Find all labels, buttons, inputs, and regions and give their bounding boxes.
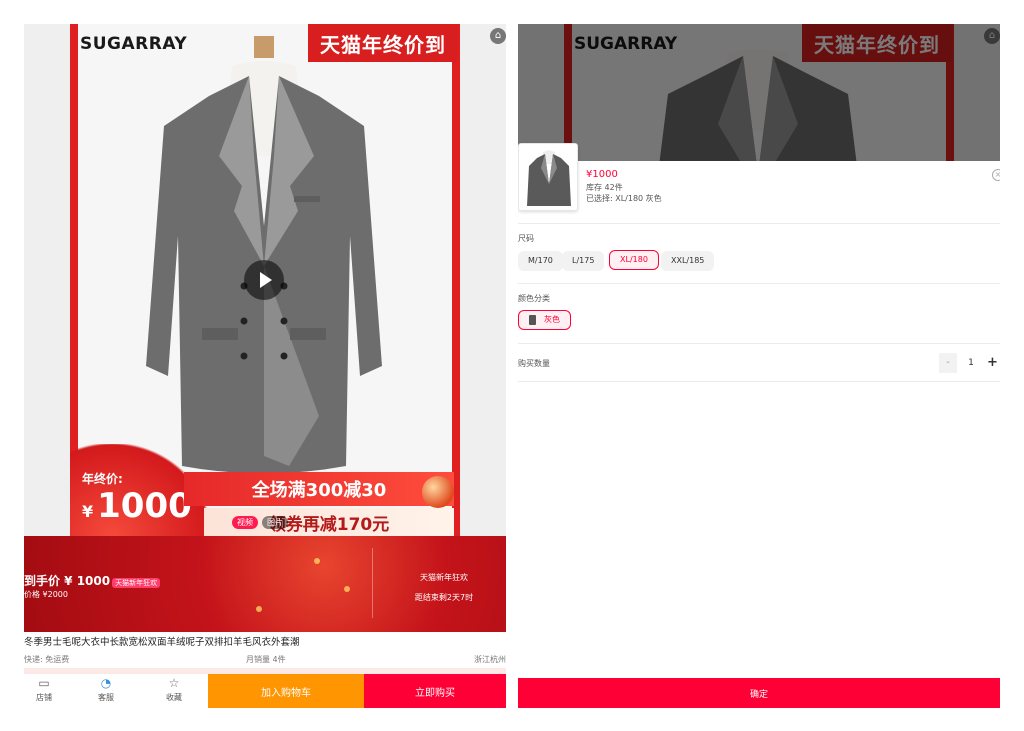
favorite-label: 收藏	[166, 693, 182, 702]
year-end-price: ¥1000	[82, 486, 192, 526]
divider	[372, 548, 373, 618]
divider	[518, 381, 1000, 382]
countdown-text: 距结束剩2天7时	[414, 593, 474, 602]
full-reduction-banner: 全场满300减30	[184, 472, 454, 506]
add-to-cart-button[interactable]: 加入购物车	[208, 674, 364, 708]
festival-badge: 天猫新年狂欢	[112, 578, 161, 588]
product-detail-screen: SUGARRAY 天猫年终价到 ⌂ 年终价: ¥1000 全场满300减30 领…	[24, 24, 506, 708]
product-image-gallery[interactable]: SUGARRAY 天猫年终价到 ⌂ 年终价: ¥1000 全场满300减30 领…	[24, 24, 506, 536]
color-option-label: 灰色	[544, 315, 560, 324]
confirm-button[interactable]: 确定	[518, 678, 1000, 708]
festival-event-name: 天猫新年狂欢	[420, 573, 468, 582]
sparkle-decoration	[256, 606, 262, 612]
customer-service-button[interactable]: ◔ 客服	[86, 676, 126, 703]
shop-button[interactable]: ▭ 店铺	[24, 676, 64, 703]
favorite-button[interactable]: ☆ 收藏	[154, 676, 194, 703]
festival-price-line: 到手价 ¥ 1000	[24, 574, 111, 588]
quantity-value[interactable]: 1	[959, 353, 983, 373]
color-option-gray[interactable]: 灰色	[518, 310, 571, 330]
service-label: 客服	[98, 693, 114, 702]
shop-icon: ▭	[38, 676, 50, 690]
sku-selection-screen: SUGARRAY 天猫年终价到 ⌂ ¥1000 库存 42件 已选择: XL/1…	[518, 24, 1000, 708]
dimmed-background[interactable]: SUGARRAY 天猫年终价到 ⌂	[518, 24, 1000, 161]
dim-overlay	[518, 24, 1000, 161]
shop-label: 店铺	[36, 693, 52, 702]
quantity-decrease-button[interactable]: -	[939, 353, 957, 373]
quantity-increase-button[interactable]: +	[985, 353, 1000, 373]
ornament-decoration	[422, 476, 454, 508]
size-option-xxl185[interactable]: XXL/185	[661, 251, 715, 271]
divider	[518, 283, 1000, 284]
cart-icon[interactable]: ⌂	[490, 28, 506, 44]
stock-count: 库存 42件	[586, 183, 623, 192]
currency-symbol: ¥	[82, 502, 94, 521]
divider	[518, 343, 1000, 344]
product-title: 冬季男士毛呢大衣中长款宽松双面羊绒呢子双排扣羊毛风衣外套潮	[24, 637, 300, 648]
tab-video[interactable]: 视频	[232, 516, 258, 529]
size-option-xl180[interactable]: XL/180	[609, 250, 659, 270]
year-end-price-label: 年终价:	[82, 472, 123, 486]
color-swatch	[529, 314, 536, 325]
sparkle-decoration	[314, 558, 320, 564]
sku-price: ¥1000	[586, 169, 618, 180]
close-icon[interactable]: ×	[992, 169, 1000, 181]
divider	[518, 223, 1000, 224]
original-price: 价格 ¥2000	[24, 590, 68, 599]
media-tabs: 视频 图片	[232, 516, 288, 529]
size-option-m170[interactable]: M/170	[518, 251, 563, 271]
color-section-label: 颜色分类	[518, 294, 550, 303]
sparkle-decoration	[344, 586, 350, 592]
star-icon: ☆	[168, 676, 180, 690]
festival-price: 到手价 ¥ 1000 天猫新年狂欢	[24, 572, 161, 589]
festival-price-banner: 到手价 ¥ 1000 天猫新年狂欢 价格 ¥2000 天猫新年狂欢 距结束剩2天7…	[24, 536, 506, 632]
bottom-action-bar: ▭ 店铺 ◔ 客服 ☆ 收藏 加入购物车 立即购买	[24, 674, 506, 708]
buy-now-button[interactable]: 立即购买	[364, 674, 506, 708]
tab-image[interactable]: 图片	[262, 516, 288, 529]
service-icon: ◔	[100, 676, 112, 690]
play-video-button[interactable]	[244, 260, 284, 300]
quantity-section-label: 购买数量	[518, 359, 550, 368]
sku-sheet: ¥1000 库存 42件 已选择: XL/180 灰色 × 尺码 M/170 L…	[518, 143, 1000, 708]
monthly-sales: 月销量 4件	[246, 655, 286, 664]
price-value: 1000	[97, 486, 192, 526]
size-option-l175[interactable]: L/175	[562, 251, 605, 271]
play-icon	[260, 272, 272, 288]
selected-summary: 已选择: XL/180 灰色	[586, 194, 662, 203]
shipping-info: 快递: 免运费	[24, 655, 70, 664]
coat-thumbnail-image	[527, 150, 571, 206]
sku-thumbnail	[518, 143, 578, 211]
ship-from-location: 浙江杭州	[474, 655, 506, 664]
size-section-label: 尺码	[518, 234, 534, 243]
